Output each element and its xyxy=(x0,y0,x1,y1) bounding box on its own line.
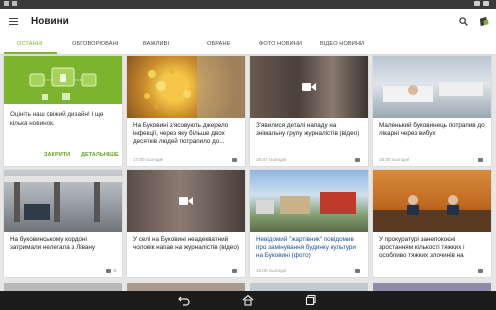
news-card[interactable]: Маленький буковинець потрапив до лікарні… xyxy=(373,56,491,166)
status-icons xyxy=(474,1,492,6)
news-title: У селі на Буковині неадекватний чоловік … xyxy=(133,236,239,252)
notification-icon xyxy=(12,1,17,6)
news-card[interactable]: На Буковині з'ясовують джерело інфекції,… xyxy=(127,56,245,166)
wifi-icon xyxy=(474,1,480,6)
comment-bubble-icon xyxy=(478,158,483,162)
promo-text: Оцініть наш свіжий дизайн! І ще кілька н… xyxy=(10,111,104,127)
emergency-vehicles-image xyxy=(256,192,356,214)
news-card[interactable]: У селі на Буковині неадекватний чоловік … xyxy=(127,170,245,277)
news-timestamp: 16:00 сьогодні xyxy=(256,268,287,273)
tab-discussed[interactable]: ОБГОВОРЮВАНІ xyxy=(72,41,118,47)
comment-bubble-icon xyxy=(106,268,112,273)
comment-bubble-icon xyxy=(478,269,483,273)
news-thumbnail xyxy=(127,56,245,118)
news-title: На буковинському кордоні затримали нелег… xyxy=(10,236,96,252)
recent-apps-icon[interactable] xyxy=(305,294,317,306)
news-title: На Буковині з'ясовують джерело інфекції,… xyxy=(133,122,229,146)
battery-icon xyxy=(483,1,489,6)
app-logo-icon[interactable] xyxy=(478,16,489,27)
tab-important[interactable]: ВАЖЛИВІ xyxy=(143,41,169,47)
news-card-partial[interactable] xyxy=(127,283,245,291)
video-play-icon[interactable] xyxy=(179,196,193,206)
comment-count xyxy=(478,269,485,273)
tab-favorites[interactable]: ОБРАНЕ xyxy=(207,41,230,47)
tab-photo-news[interactable]: ФОТО НОВИНИ xyxy=(259,41,302,47)
news-thumbnail xyxy=(373,170,491,232)
news-thumbnail xyxy=(127,170,245,232)
news-card[interactable]: У прокуратурі занепокоєні зростанням кіл… xyxy=(373,170,491,277)
system-nav-bar xyxy=(0,291,496,310)
news-card[interactable]: Невідомий "жартівник" повідомив про замі… xyxy=(250,170,368,277)
news-thumbnail xyxy=(250,56,368,118)
details-button[interactable]: ДЕТАЛЬНІШЕ xyxy=(81,152,119,158)
tab-bar: ОСТАННІ ОБГОВОРЮВАНІ ВАЖЛИВІ ОБРАНЕ ФОТО… xyxy=(0,35,496,55)
news-card-partial[interactable] xyxy=(4,283,122,291)
news-timestamp: 16:30 сьогодні xyxy=(379,157,410,162)
petri-dish-image xyxy=(144,56,245,118)
close-button[interactable]: ЗАКРИТИ xyxy=(44,152,70,158)
border-checkpoint-image xyxy=(4,176,122,222)
comment-count xyxy=(355,158,362,162)
news-timestamp: 16:47 сьогодні xyxy=(256,157,287,162)
news-card[interactable]: З'явилися деталі нападу на знімальну гру… xyxy=(250,56,368,166)
back-icon[interactable] xyxy=(178,294,190,306)
comment-count: 0 xyxy=(106,268,116,273)
comment-count xyxy=(355,269,362,273)
gift-icon xyxy=(29,67,97,100)
hospital-image xyxy=(383,82,483,102)
news-card[interactable]: На буковинському кордоні затримали нелег… xyxy=(4,170,122,277)
news-thumbnail xyxy=(373,56,491,118)
news-timestamp: 17:00 сьогодні xyxy=(133,157,164,162)
status-bar xyxy=(0,0,496,9)
comment-count xyxy=(232,158,239,162)
comment-count xyxy=(232,269,239,273)
comment-bubble-icon xyxy=(232,269,237,273)
news-card-partial[interactable] xyxy=(373,283,491,291)
tab-video-news[interactable]: ВІДЕО НОВИНИ xyxy=(320,41,364,47)
news-title: Невідомий "жартівник" повідомив про замі… xyxy=(256,236,356,260)
news-card-partial[interactable] xyxy=(250,283,368,291)
news-title: З'явилися деталі нападу на знімальну гру… xyxy=(256,122,360,138)
news-title: У прокуратурі занепокоєні зростанням кіл… xyxy=(379,236,465,260)
search-icon[interactable] xyxy=(459,17,468,26)
active-tab-indicator xyxy=(4,52,57,54)
notification-icons xyxy=(4,1,17,6)
news-title: Маленький буковинець потрапив до лікарні… xyxy=(379,122,485,138)
home-icon[interactable] xyxy=(242,294,254,306)
tab-latest[interactable]: ОСТАННІ xyxy=(17,41,43,47)
promo-card: Оцініть наш свіжий дизайн! І ще кілька н… xyxy=(4,56,122,166)
menu-icon[interactable] xyxy=(9,18,18,26)
video-play-icon[interactable] xyxy=(302,82,316,92)
promo-banner xyxy=(4,56,122,104)
app-bar: Новини xyxy=(0,9,496,35)
page-title: Новини xyxy=(31,16,69,27)
comment-bubble-icon xyxy=(355,269,360,273)
news-thumbnail xyxy=(4,170,122,232)
comment-count xyxy=(478,158,485,162)
notification-icon xyxy=(4,1,9,6)
news-thumbnail xyxy=(250,170,368,232)
prosecutors-meeting-image xyxy=(373,195,491,232)
comment-bubble-icon xyxy=(232,158,237,162)
comment-bubble-icon xyxy=(355,158,360,162)
